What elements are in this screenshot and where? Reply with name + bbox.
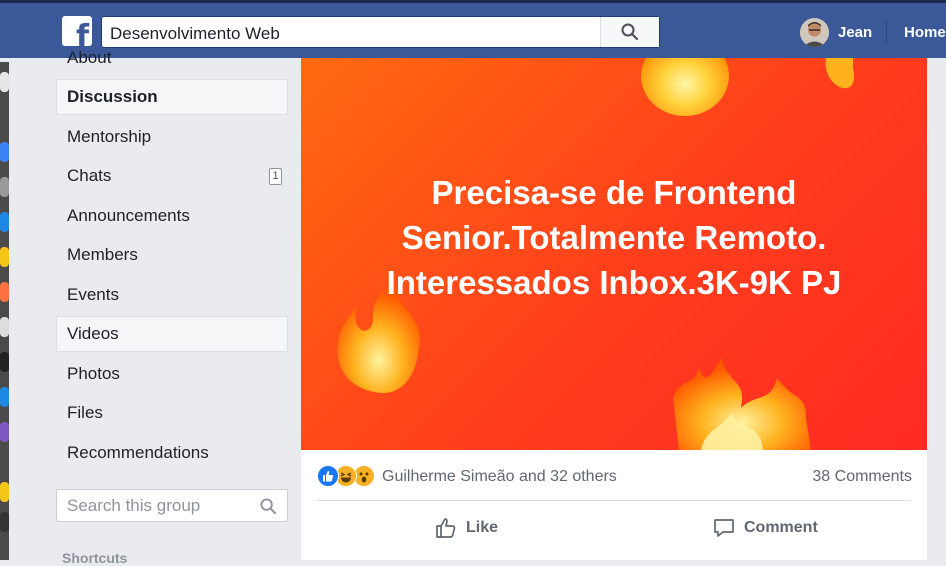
sidebar-item-files[interactable]: Files	[56, 395, 288, 431]
like-label: Like	[466, 519, 499, 536]
sidebar-item-label: Announcements	[67, 206, 190, 225]
group-search-input[interactable]	[67, 496, 247, 516]
banner-line: Interessados Inbox.3K-9K PJ	[386, 264, 842, 301]
sidebar-item-label: Files	[67, 403, 103, 422]
sidebar-item-label: Chats	[67, 166, 112, 185]
dock-edge	[0, 62, 9, 560]
sidebar-item-photos[interactable]: Photos	[56, 356, 288, 392]
nav-divider	[886, 21, 887, 43]
home-link[interactable]: Home	[904, 24, 946, 41]
reaction-names-link[interactable]: Guilherme Simeão and 32 others	[382, 468, 617, 486]
facebook-logo-icon[interactable]: f	[62, 16, 92, 46]
sidebar-item-about[interactable]: About	[56, 46, 288, 70]
sidebar-item-members[interactable]: Members	[56, 237, 288, 273]
sidebar-item-videos[interactable]: Videos	[56, 316, 288, 352]
sidebar-item-label: Events	[67, 285, 119, 304]
sidebar-item-discussion[interactable]: Discussion	[56, 79, 288, 115]
banner-headline: Precisa-se de Frontend Senior.Totalmente…	[301, 170, 927, 305]
sidebar-item-label: Photos	[67, 364, 120, 383]
search-button[interactable]	[600, 17, 659, 47]
sidebar-item-chats[interactable]: Chats 1	[56, 158, 288, 194]
sidebar-item-events[interactable]: Events	[56, 277, 288, 313]
like-reaction-icon	[317, 465, 339, 487]
post-banner-image[interactable]: Precisa-se de Frontend Senior.Totalmente…	[301, 58, 927, 450]
global-search-box[interactable]: Desenvolvimento Web	[101, 16, 660, 48]
comments-count-link[interactable]: 38 Comments	[812, 468, 912, 486]
user-name-link[interactable]: Jean	[838, 24, 872, 41]
sidebar-item-label: Videos	[67, 324, 119, 343]
global-search-input[interactable]: Desenvolvimento Web	[110, 24, 280, 44]
sidebar-item-announcements[interactable]: Announcements	[56, 198, 288, 234]
sidebar-item-label: Mentorship	[67, 127, 152, 146]
sidebar-item-recommendations[interactable]: Recommendations	[56, 435, 288, 471]
comment-label: Comment	[744, 519, 818, 536]
post-divider	[317, 500, 911, 501]
group-search-box[interactable]	[56, 489, 288, 522]
banner-line: Senior.Totalmente Remoto.	[401, 219, 827, 256]
comment-bubble-icon	[714, 519, 734, 537]
avatar[interactable]	[800, 18, 829, 47]
group-post: Precisa-se de Frontend Senior.Totalmente…	[301, 58, 927, 560]
sidebar-item-label: Members	[67, 245, 138, 264]
chats-count-badge: 1	[269, 168, 282, 185]
page-scroll-area	[927, 58, 946, 560]
search-icon[interactable]	[260, 498, 277, 515]
sidebar-item-label: Discussion	[67, 87, 158, 106]
sidebar-item-label: About	[67, 48, 112, 67]
comment-button[interactable]: Comment	[712, 516, 832, 540]
banner-line: Precisa-se de Frontend	[431, 174, 797, 211]
sidebar-item-label: Recommendations	[67, 443, 209, 462]
like-button[interactable]: Like	[434, 516, 514, 540]
thumbs-up-icon	[436, 518, 456, 538]
sidebar-item-mentorship[interactable]: Mentorship	[56, 119, 288, 155]
shortcuts-heading: Shortcuts	[62, 550, 128, 566]
search-icon	[621, 23, 639, 41]
